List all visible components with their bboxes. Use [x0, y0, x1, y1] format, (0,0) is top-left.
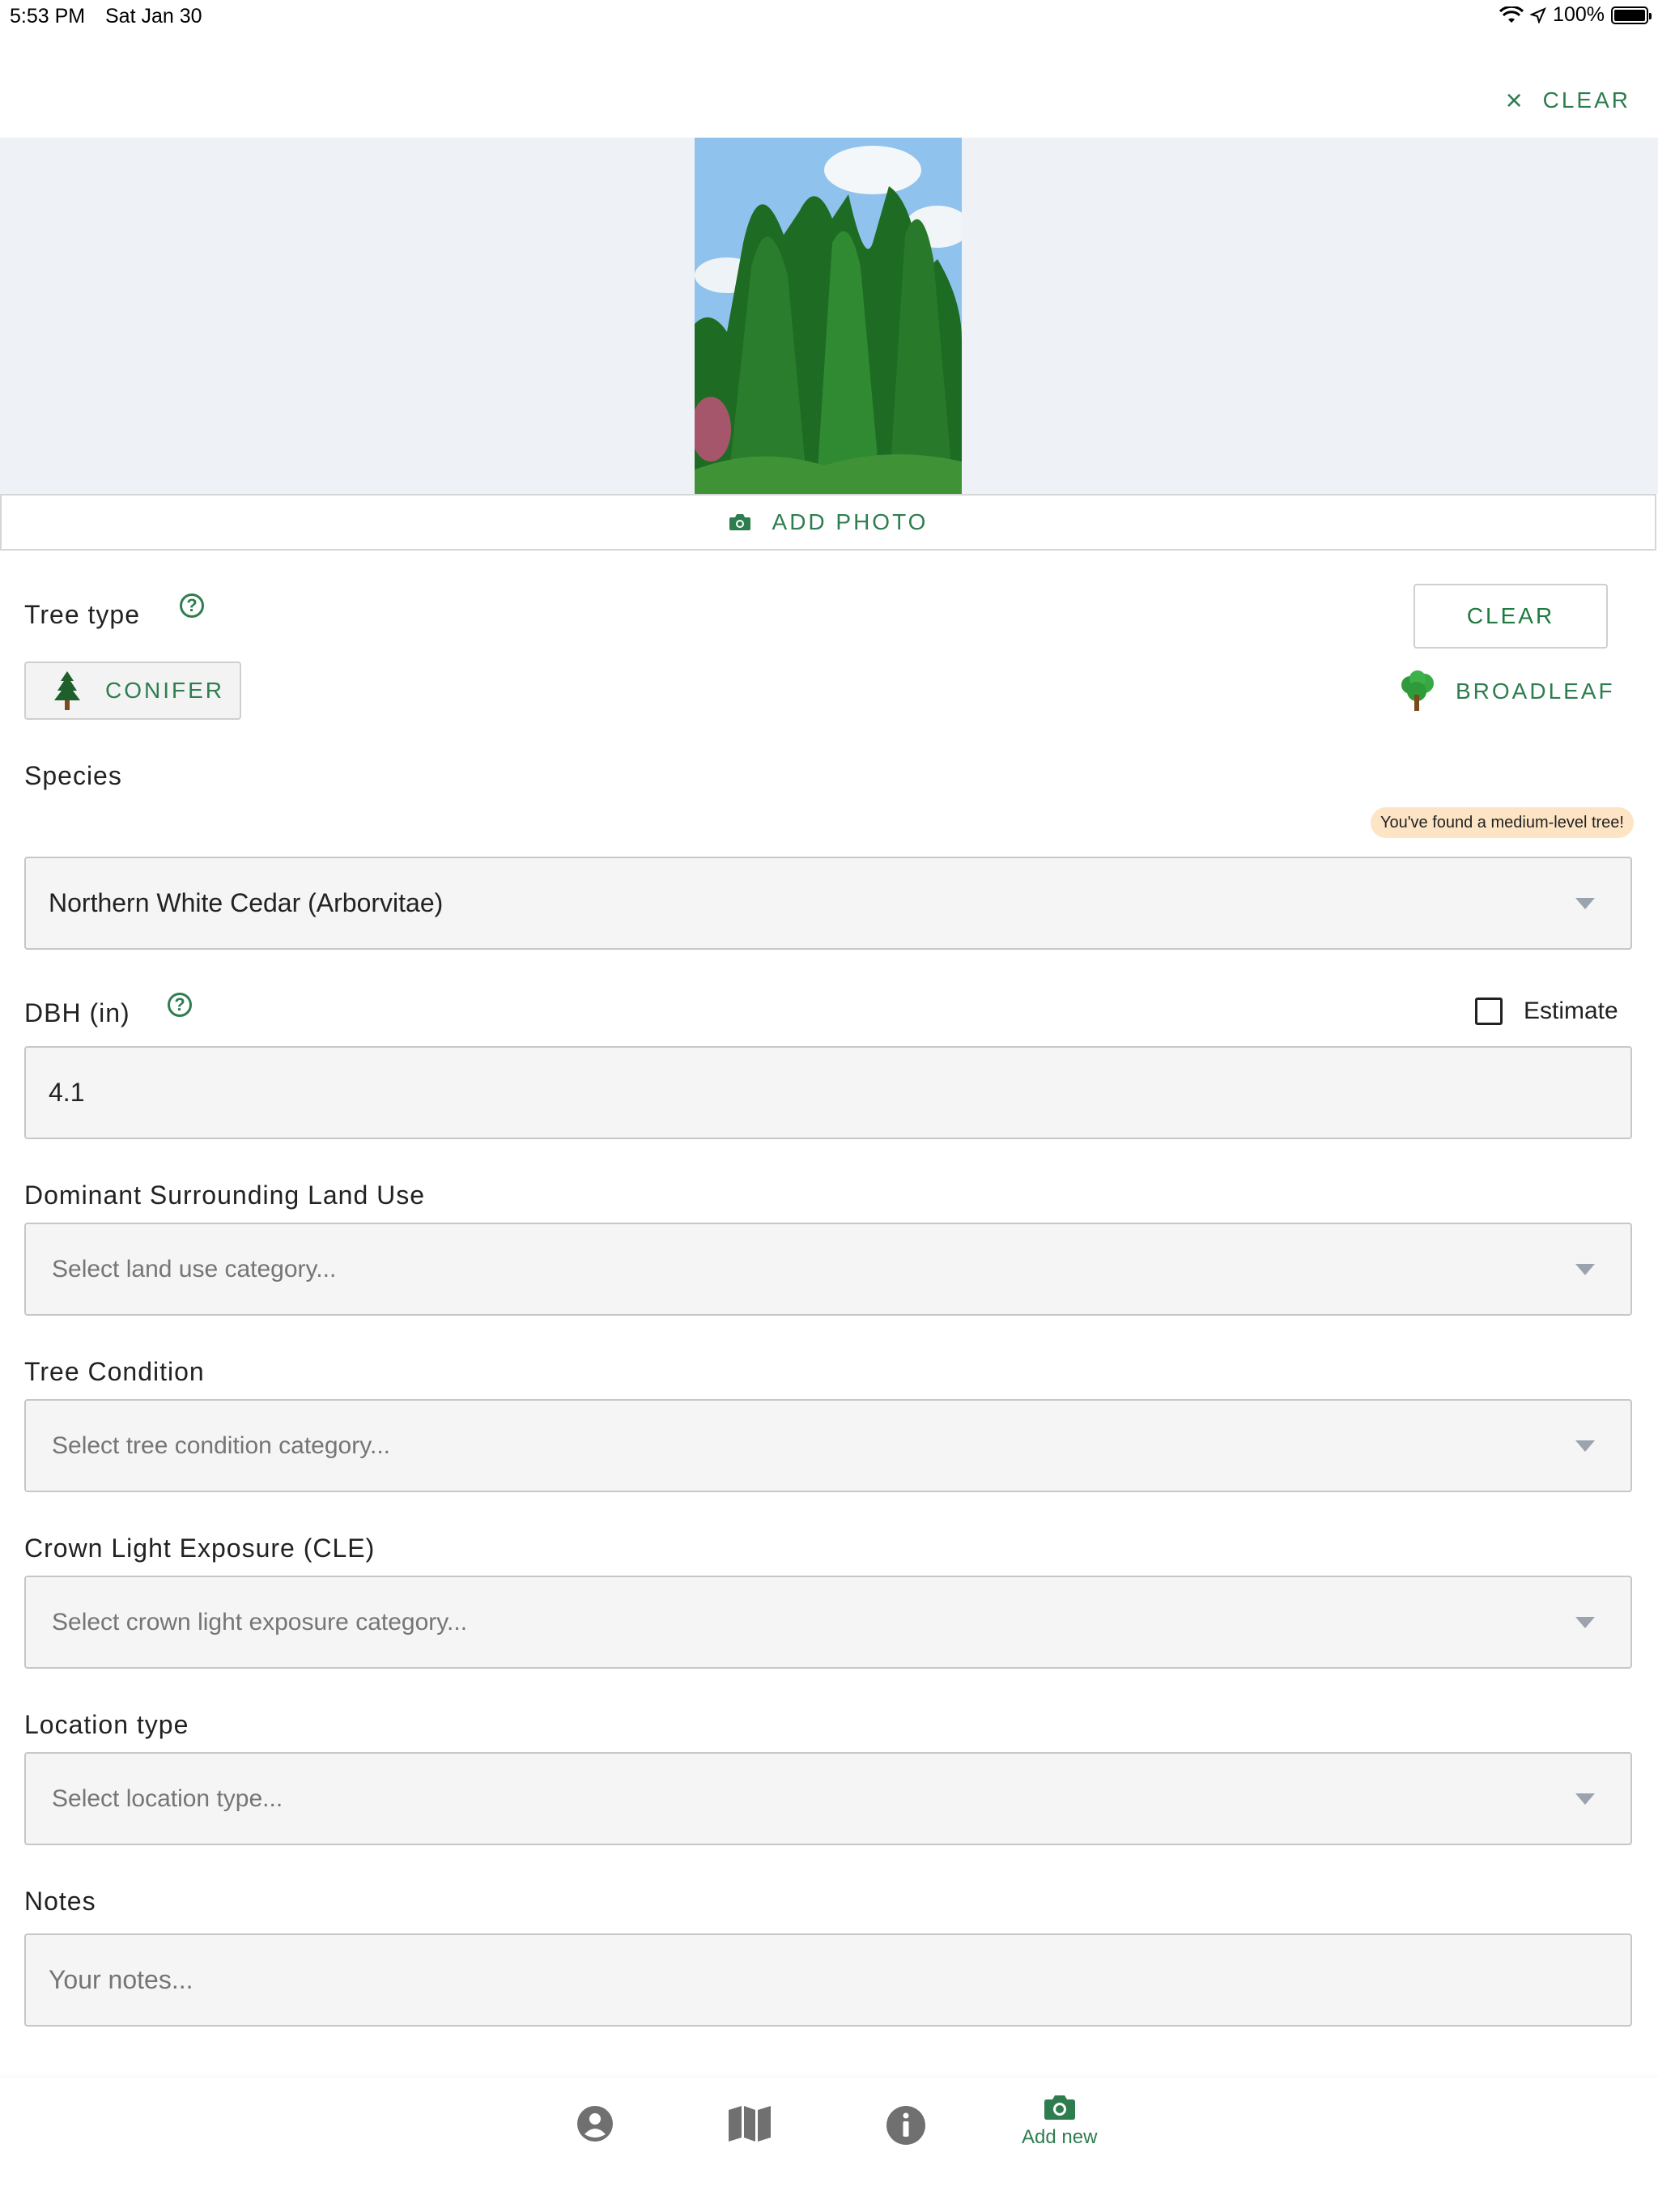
tab-map[interactable]	[727, 2105, 772, 2142]
dbh-input[interactable]: 4.1	[24, 1046, 1632, 1139]
conifer-tree-icon	[54, 671, 80, 710]
header-clear-label: CLEAR	[1542, 87, 1630, 113]
camera-icon	[1044, 2095, 1075, 2120]
tree-type-label: Tree type	[24, 600, 140, 629]
chevron-down-icon	[1575, 1263, 1595, 1275]
cle-select[interactable]: Select crown light exposure category...	[24, 1576, 1632, 1669]
broadleaf-tree-icon	[1401, 670, 1434, 711]
notes-label: Notes	[24, 1887, 96, 1916]
notes-input[interactable]: Your notes...	[24, 1933, 1632, 2027]
broadleaf-label: BROADLEAF	[1456, 678, 1615, 704]
tree-type-clear-button[interactable]: CLEAR	[1414, 584, 1608, 649]
condition-placeholder: Select tree condition category...	[52, 1431, 391, 1459]
chevron-down-icon	[1575, 1616, 1595, 1628]
tab-profile[interactable]	[576, 2105, 614, 2142]
location-type-placeholder: Select location type...	[52, 1784, 283, 1812]
add-photo-label: ADD PHOTO	[772, 509, 929, 534]
header-clear-button[interactable]: × CLEAR	[1506, 86, 1630, 115]
tree-photo	[695, 138, 962, 494]
tab-info[interactable]	[886, 2105, 926, 2146]
dbh-help-icon[interactable]: ?	[168, 993, 192, 1017]
wifi-icon	[1499, 6, 1524, 23]
dbh-label: DBH (in)	[24, 998, 130, 1027]
land-use-label: Dominant Surrounding Land Use	[24, 1180, 426, 1210]
condition-label: Tree Condition	[24, 1357, 205, 1386]
chevron-down-icon	[1575, 897, 1595, 909]
chevron-down-icon	[1575, 1793, 1595, 1805]
species-select[interactable]: Northern White Cedar (Arborvitae)	[24, 857, 1632, 950]
tab-add-new[interactable]: Add new	[1022, 2094, 1097, 2149]
land-use-select[interactable]: Select land use category...	[24, 1223, 1632, 1316]
species-label: Species	[24, 761, 122, 790]
map-icon	[729, 2106, 771, 2142]
location-type-select[interactable]: Select location type...	[24, 1752, 1632, 1845]
info-icon	[886, 2106, 925, 2145]
battery-icon	[1611, 6, 1652, 24]
estimate-checkbox[interactable]	[1475, 998, 1503, 1025]
cle-label: Crown Light Exposure (CLE)	[24, 1534, 376, 1563]
conifer-label: CONIFER	[105, 678, 224, 703]
notes-placeholder: Your notes...	[49, 1965, 193, 1994]
tree-level-badge: You've found a medium-level tree!	[1370, 807, 1634, 838]
estimate-label: Estimate	[1524, 998, 1618, 1024]
chevron-down-icon	[1575, 1440, 1595, 1452]
battery-percent: 100%	[1553, 3, 1605, 26]
species-value: Northern White Cedar (Arborvitae)	[49, 888, 444, 917]
add-photo-button[interactable]: ADD PHOTO	[0, 494, 1656, 551]
bottom-tab-bar: Add new	[0, 2078, 1658, 2212]
profile-icon	[577, 2106, 613, 2142]
close-icon: ×	[1505, 83, 1525, 117]
status-time: 5:53 PM	[10, 5, 86, 28]
status-indicators: 100%	[1499, 3, 1652, 27]
tab-add-new-label: Add new	[1022, 2126, 1098, 2148]
location-type-label: Location type	[24, 1710, 189, 1739]
camera-icon	[729, 514, 750, 530]
tree-type-help-icon[interactable]: ?	[180, 593, 204, 618]
status-date: Sat Jan 30	[105, 5, 202, 28]
conifer-button[interactable]: CONIFER	[24, 661, 241, 720]
dbh-value: 4.1	[49, 1078, 85, 1107]
photo-preview-area	[0, 138, 1658, 494]
condition-select[interactable]: Select tree condition category...	[24, 1399, 1632, 1492]
land-use-placeholder: Select land use category...	[52, 1255, 337, 1283]
estimate-checkbox-row[interactable]: Estimate	[1475, 998, 1618, 1025]
location-arrow-icon	[1530, 6, 1546, 23]
status-bar: 5:53 PM Sat Jan 30 100%	[0, 0, 1658, 36]
cle-placeholder: Select crown light exposure category...	[52, 1608, 468, 1636]
broadleaf-button[interactable]: BROADLEAF	[1397, 664, 1615, 719]
